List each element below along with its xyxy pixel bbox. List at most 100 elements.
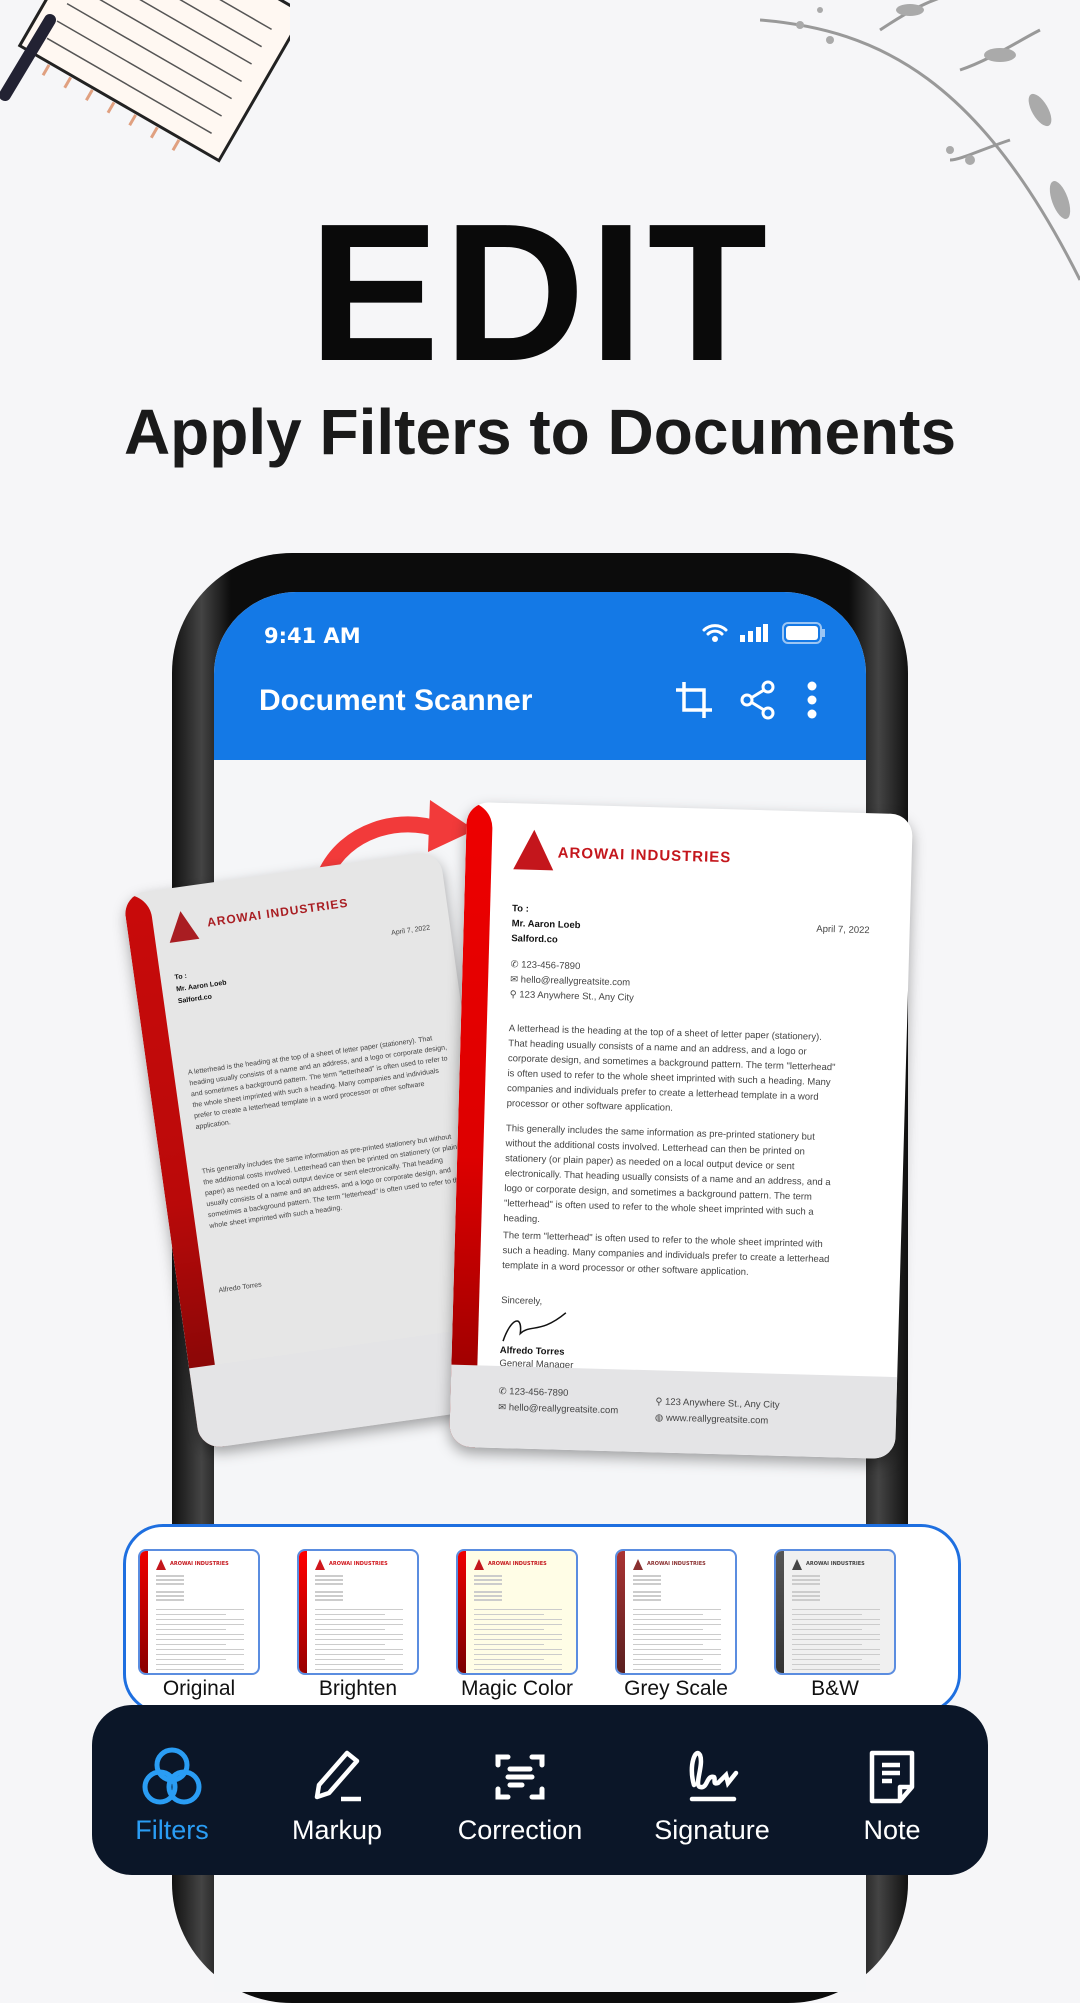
thumb-line (474, 1634, 562, 1635)
thumb-line (633, 1599, 661, 1601)
tool-label: Note (863, 1815, 921, 1845)
tool-label: Markup (291, 1815, 383, 1845)
thumb-line (156, 1634, 244, 1635)
thumb-line (315, 1624, 403, 1625)
thumb-line (792, 1614, 862, 1615)
letter-to: To : (174, 972, 188, 982)
crop-icon[interactable] (674, 680, 714, 720)
thumb-line (315, 1619, 403, 1620)
thumb-brand: AROWAI INDUSTRIES (806, 1561, 865, 1567)
thumb-line (474, 1614, 544, 1615)
thumb-line (315, 1609, 403, 1610)
filter-label: Magic Color (460, 1677, 574, 1700)
letter-date: April 7, 2022 (816, 923, 870, 937)
thumb-stripe (140, 1551, 148, 1673)
thumb-line (474, 1624, 562, 1625)
more-vert-icon[interactable] (806, 680, 818, 720)
tool-markup[interactable]: Markup (257, 1745, 417, 1846)
app-bar: 9:41 AM Document Scanner (214, 592, 866, 760)
filter-thumb-grey-scale[interactable]: AROWAI INDUSTRIES (615, 1549, 737, 1675)
thumb-line (474, 1591, 502, 1593)
wifi-icon (702, 624, 728, 642)
thumb-stripe (776, 1551, 784, 1673)
address-text: 123 Anywhere St., Any City (519, 989, 635, 1004)
thumb-logo (315, 1559, 325, 1570)
thumb-line (315, 1599, 343, 1601)
thumb-line (315, 1634, 403, 1635)
tool-note[interactable]: Note (812, 1745, 972, 1846)
thumb-line (633, 1591, 661, 1593)
filter-thumb-brighten[interactable]: AROWAI INDUSTRIES (297, 1549, 419, 1675)
thumb-brand: AROWAI INDUSTRIES (329, 1561, 388, 1567)
thumb-line (474, 1649, 562, 1650)
thumb-logo (633, 1559, 643, 1570)
filter-label: B&W (811, 1677, 859, 1700)
share-icon[interactable] (740, 680, 776, 720)
thumb-line (315, 1583, 343, 1585)
tool-signature[interactable]: Signature (632, 1745, 792, 1846)
signature-image (502, 1312, 567, 1342)
thumb-line (315, 1639, 403, 1640)
phone-text: 123-456-7890 (521, 959, 581, 973)
thumb-line (633, 1644, 703, 1645)
filtered-document: AROWAI INDUSTRIES To : Mr. Aaron Loeb Sa… (449, 801, 913, 1460)
thumb-line (633, 1595, 661, 1597)
thumb-line (633, 1669, 721, 1670)
tool-label: Signature (654, 1815, 770, 1845)
thumb-line (474, 1669, 562, 1670)
filter-label: Brighten (318, 1677, 398, 1700)
thumb-line (792, 1575, 820, 1577)
filter-thumb-b-w[interactable]: AROWAI INDUSTRIES (774, 1549, 896, 1675)
thumb-line (633, 1659, 703, 1660)
thumb-line (315, 1669, 403, 1670)
notebook-decoration (0, 0, 290, 163)
thumb-line (474, 1639, 562, 1640)
thumb-line (633, 1649, 721, 1650)
thumb-line (156, 1579, 184, 1581)
thumb-line (315, 1595, 343, 1597)
filter-thumb-magic-color[interactable]: AROWAI INDUSTRIES (456, 1549, 578, 1675)
brand-name: AROWAI INDUSTRIES (206, 895, 350, 930)
filter-thumb-original[interactable]: AROWAI INDUSTRIES (138, 1549, 260, 1675)
tool-filters[interactable]: Filters (92, 1745, 252, 1846)
thumb-line (474, 1644, 544, 1645)
thumb-line (792, 1591, 820, 1593)
thumb-logo (792, 1559, 802, 1570)
thumb-line (156, 1619, 244, 1620)
email-text: hello@reallygreatsite.com (520, 974, 631, 989)
thumb-line (792, 1644, 862, 1645)
status-time: 9:41 AM (264, 624, 361, 648)
letter-date: April 7, 2022 (390, 924, 431, 937)
thumb-line (474, 1575, 502, 1577)
app-title: Document Scanner (259, 684, 533, 717)
thumb-line (156, 1654, 244, 1655)
thumb-line (633, 1629, 703, 1630)
thumb-line (792, 1639, 880, 1640)
thumb-line (792, 1599, 820, 1601)
thumb-line (474, 1583, 502, 1585)
thumb-line (156, 1624, 244, 1625)
thumb-line (633, 1624, 721, 1625)
filters-icon (142, 1747, 202, 1805)
thumb-line (474, 1659, 544, 1660)
thumb-line (156, 1609, 244, 1610)
thumb-line (315, 1644, 385, 1645)
tool-correction[interactable]: Correction (440, 1745, 600, 1846)
thumb-line (315, 1654, 403, 1655)
thumb-line (792, 1579, 820, 1581)
thumb-line (792, 1595, 820, 1597)
thumb-line (315, 1659, 385, 1660)
thumb-line (156, 1591, 184, 1593)
signer-name: Alfredo Torres (218, 1281, 263, 1295)
thumb-line (156, 1629, 226, 1630)
letter-paragraph: This generally includes the same informa… (201, 1133, 464, 1231)
thumb-line (156, 1664, 244, 1665)
thumb-line (474, 1664, 562, 1665)
bottom-toolbar: Filters Markup Correction Signature Note (92, 1705, 988, 1875)
thumb-line (792, 1609, 880, 1610)
thumb-stripe (617, 1551, 625, 1673)
thumb-logo (156, 1559, 166, 1570)
filter-label: Original (162, 1677, 236, 1700)
tool-label: Filters (135, 1815, 209, 1845)
thumb-line (792, 1669, 880, 1670)
